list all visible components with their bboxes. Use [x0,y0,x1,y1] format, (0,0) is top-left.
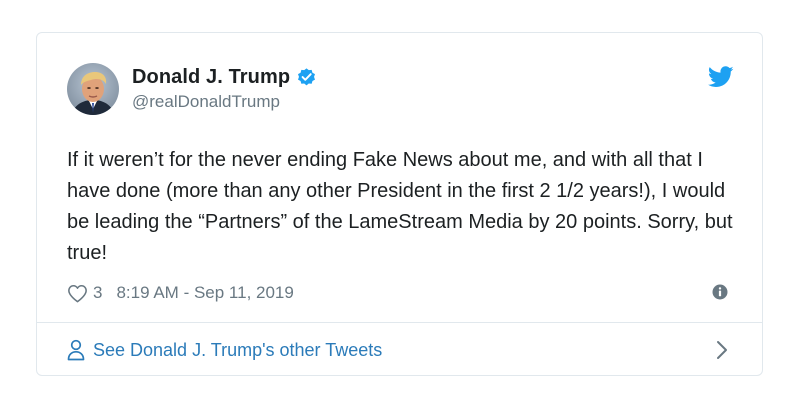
embedded-tweet-card[interactable]: Donald J. Trump @realDonaldTrump If it w… [36,32,763,376]
twitter-bird-icon[interactable] [707,66,734,88]
chevron-right-icon[interactable] [716,340,728,360]
tweet-meta-row: 3 8:19 AM - Sep 11, 2019 [67,281,294,305]
card-divider [37,322,762,323]
see-other-tweets-link[interactable]: See Donald J. Trump's other Tweets [67,337,382,363]
tweet-timestamp[interactable]: 8:19 AM - Sep 11, 2019 [116,283,293,303]
verified-badge-icon [296,67,317,88]
person-icon [67,339,85,361]
like-count[interactable]: 3 [93,283,102,303]
heart-icon[interactable] [67,284,88,303]
author-name[interactable]: Donald J. Trump [132,66,290,89]
avatar-photo [67,63,119,115]
author-name-row[interactable]: Donald J. Trump [132,64,317,90]
see-other-tweets-label[interactable]: See Donald J. Trump's other Tweets [93,340,382,361]
avatar[interactable] [67,63,119,115]
tweet-text: If it weren’t for the never ending Fake … [67,149,733,264]
author-handle[interactable]: @realDonaldTrump [132,92,280,112]
info-icon[interactable] [712,284,728,300]
